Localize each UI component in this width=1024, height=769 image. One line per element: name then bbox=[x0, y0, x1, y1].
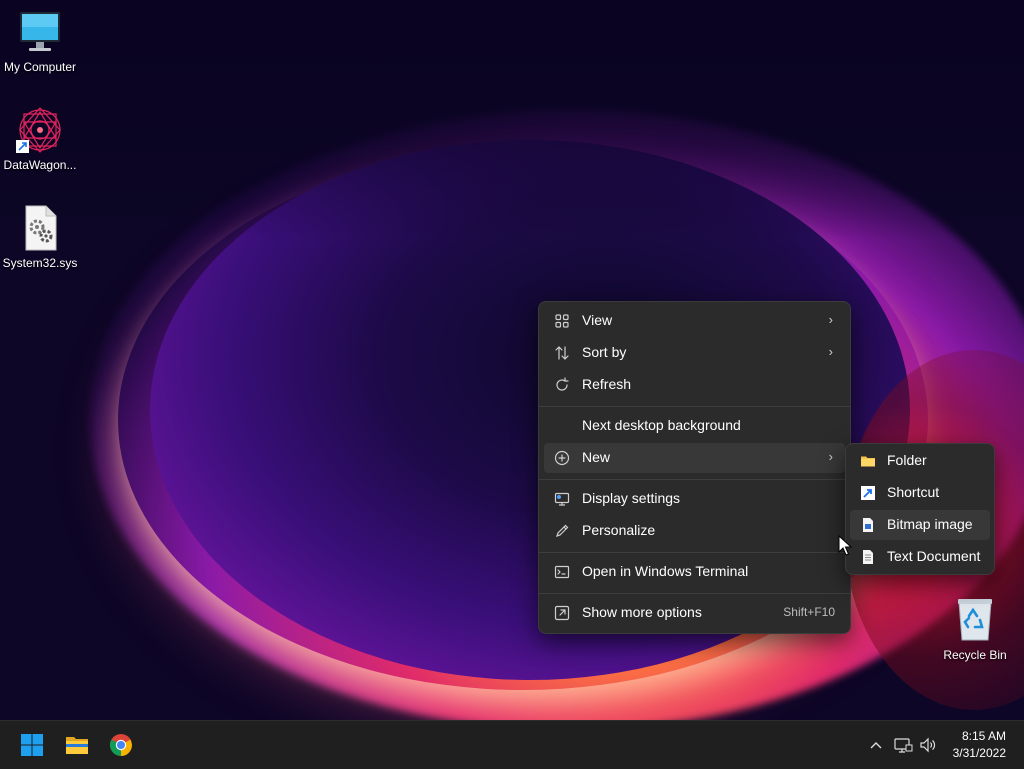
submenu-item-label: Shortcut bbox=[887, 484, 940, 500]
sort-arrows-icon bbox=[554, 345, 570, 361]
desktop-icon-datawagon[interactable]: DataWagon... bbox=[0, 106, 80, 172]
shortcut-icon bbox=[860, 485, 876, 501]
recycle-bin-icon bbox=[951, 596, 999, 644]
text-document-icon bbox=[860, 549, 876, 565]
refresh-icon bbox=[554, 377, 570, 393]
bitmap-icon bbox=[860, 517, 876, 533]
submenu-item-shortcut[interactable]: Shortcut bbox=[850, 478, 990, 508]
menu-item-label: Open in Windows Terminal bbox=[582, 563, 749, 579]
submenu-item-label: Text Document bbox=[887, 548, 981, 564]
menu-item-label: New bbox=[582, 449, 611, 465]
start-button[interactable] bbox=[14, 727, 50, 763]
chevron-right-icon: › bbox=[828, 344, 833, 359]
menu-item-label: Display settings bbox=[582, 490, 681, 506]
submenu-item-folder[interactable]: Folder bbox=[850, 446, 990, 476]
shortcut-hint: Shift+F10 bbox=[783, 605, 835, 619]
menu-item-label: Sort by bbox=[582, 344, 627, 360]
desktop-icon-recycle-bin[interactable]: Recycle Bin bbox=[935, 596, 1015, 662]
menu-item-open-terminal[interactable]: Open in Windows Terminal bbox=[544, 557, 845, 587]
clock[interactable]: 8:15 AM 3/31/2022 bbox=[953, 728, 1006, 762]
grid-icon bbox=[554, 313, 570, 329]
menu-separator bbox=[539, 552, 850, 553]
pen-icon bbox=[554, 523, 570, 539]
menu-item-label: View bbox=[582, 312, 613, 328]
clock-time: 8:15 AM bbox=[961, 729, 1006, 743]
chrome-button[interactable] bbox=[103, 727, 139, 763]
wallpaper-dark-top bbox=[0, 0, 1024, 240]
desktop-icon-label: DataWagon... bbox=[3, 158, 77, 172]
system-file-icon bbox=[16, 204, 64, 252]
desktop-icon-my-computer[interactable]: My Computer bbox=[0, 8, 80, 74]
windows-logo-icon bbox=[21, 734, 43, 756]
chevron-right-icon: › bbox=[828, 449, 833, 464]
folder-icon bbox=[860, 453, 876, 469]
terminal-icon bbox=[554, 564, 570, 580]
display-icon bbox=[554, 491, 570, 507]
network-icon[interactable] bbox=[893, 735, 913, 755]
open-external-icon bbox=[554, 605, 570, 621]
mandala-app-icon bbox=[16, 106, 64, 154]
clock-date: 3/31/2022 bbox=[952, 746, 1006, 760]
desktop-context-menu: View › Sort by › Refresh Next desktop ba… bbox=[538, 301, 851, 634]
menu-item-show-more-options[interactable]: Show more options Shift+F10 bbox=[544, 598, 845, 628]
menu-item-next-background[interactable]: Next desktop background bbox=[544, 411, 845, 441]
taskbar: 8:15 AM 3/31/2022 bbox=[0, 720, 1024, 769]
menu-item-personalize[interactable]: Personalize bbox=[544, 516, 845, 546]
monitor-icon bbox=[16, 8, 64, 56]
menu-item-label: Refresh bbox=[582, 376, 632, 392]
menu-separator bbox=[539, 479, 850, 480]
file-explorer-button[interactable] bbox=[59, 727, 95, 763]
menu-item-label: Personalize bbox=[582, 522, 656, 538]
submenu-item-text-document[interactable]: Text Document bbox=[850, 542, 990, 572]
menu-item-sort-by[interactable]: Sort by › bbox=[544, 338, 845, 368]
menu-separator bbox=[539, 406, 850, 407]
menu-item-refresh[interactable]: Refresh bbox=[544, 370, 845, 400]
volume-icon[interactable] bbox=[918, 735, 938, 755]
mouse-cursor-icon bbox=[838, 535, 852, 556]
menu-item-view[interactable]: View › bbox=[544, 306, 845, 336]
menu-item-label: Next desktop background bbox=[582, 417, 741, 433]
chevron-right-icon: › bbox=[828, 312, 833, 327]
menu-item-display-settings[interactable]: Display settings bbox=[544, 484, 845, 514]
plus-circle-icon bbox=[554, 450, 570, 466]
new-submenu: Folder Shortcut Bitmap image Text Docume… bbox=[845, 443, 995, 575]
folder-icon bbox=[66, 737, 88, 754]
submenu-item-label: Folder bbox=[887, 452, 927, 468]
submenu-item-bitmap[interactable]: Bitmap image bbox=[850, 510, 990, 540]
desktop-icon-label: System32.sys bbox=[2, 256, 78, 270]
desktop-icon-system32[interactable]: System32.sys bbox=[0, 204, 80, 270]
submenu-item-label: Bitmap image bbox=[887, 516, 973, 532]
desktop[interactable]: My Computer DataWagon... System32.sys Re… bbox=[0, 0, 1024, 720]
desktop-icon-label: Recycle Bin bbox=[943, 648, 1007, 662]
chrome-icon bbox=[110, 734, 132, 756]
menu-item-label: Show more options bbox=[582, 604, 702, 620]
menu-item-new[interactable]: New › bbox=[544, 443, 845, 473]
menu-separator bbox=[539, 593, 850, 594]
chevron-up-icon[interactable] bbox=[866, 735, 886, 755]
desktop-icon-label: My Computer bbox=[3, 60, 77, 74]
